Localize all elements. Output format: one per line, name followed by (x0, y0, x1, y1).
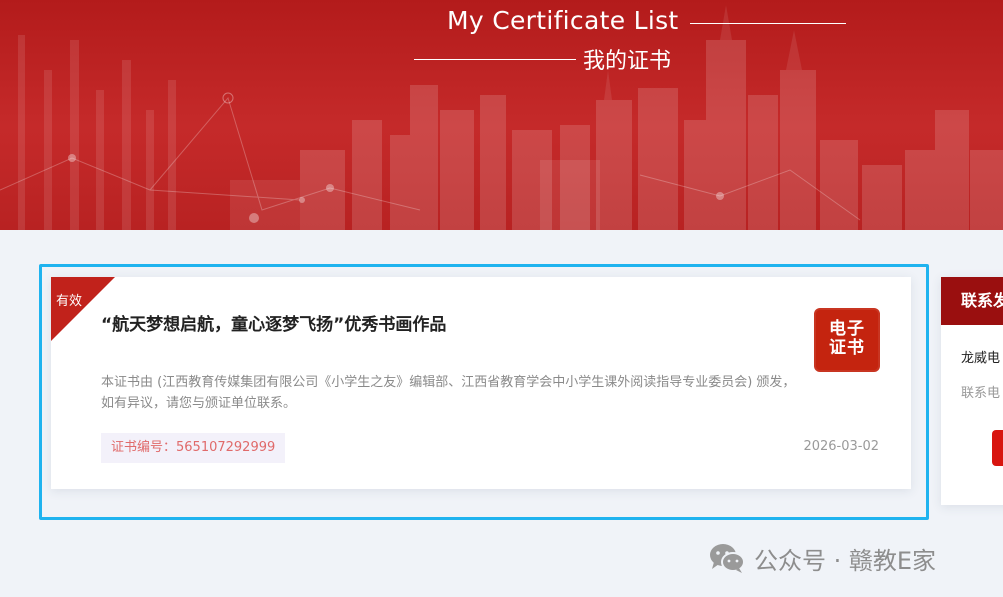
e-certificate-label-line1: 电子 (829, 319, 865, 339)
certificate-card[interactable]: 有效 “航天梦想启航，童心逐梦飞扬”优秀书画作品 本证书由 (江西教育传媒集团有… (51, 277, 911, 489)
title-divider-right (690, 23, 846, 24)
contact-button[interactable] (992, 430, 1003, 466)
e-certificate-button[interactable]: 电子 证书 (814, 308, 880, 372)
issuer-company-name: 龙威电 (961, 351, 1001, 366)
contact-issuer-panel: 联系发 龙威电 联系电 (941, 277, 1003, 505)
description-line: 本证书由 (江西教育传媒集团有限公司《小学生之友》编辑部、江西省教育学会中小学生… (101, 375, 796, 390)
wechat-watermark: 公众号 · 赣教E家 (708, 538, 936, 578)
wechat-icon (710, 544, 745, 573)
certificate-title[interactable]: “航天梦想启航，童心逐梦飞扬”优秀书画作品 (101, 310, 761, 335)
certificate-number: 证书编号：565107292999 (101, 433, 286, 463)
contact-panel-header: 联系发 (941, 277, 1003, 325)
issuer-phone-label: 联系电 (961, 386, 1001, 401)
description-line: 如有异议，请您与颁证单位联系。 (101, 396, 297, 411)
e-certificate-label-line2: 证书 (829, 338, 865, 358)
header-banner: My Certificate List 我的证书 (0, 0, 1003, 230)
title-divider-left (414, 59, 576, 60)
watermark-text: 公众号 · 赣教E家 (754, 546, 937, 575)
page-title-english: My Certificate List (447, 6, 679, 35)
status-badge: 有效 (56, 294, 83, 309)
page-title-chinese: 我的证书 (583, 49, 672, 74)
issue-date: 2026-03-02 (803, 439, 879, 454)
certificate-description: 本证书由 (江西教育传媒集团有限公司《小学生之友》编辑部、江西省教育学会中小学生… (101, 372, 841, 414)
